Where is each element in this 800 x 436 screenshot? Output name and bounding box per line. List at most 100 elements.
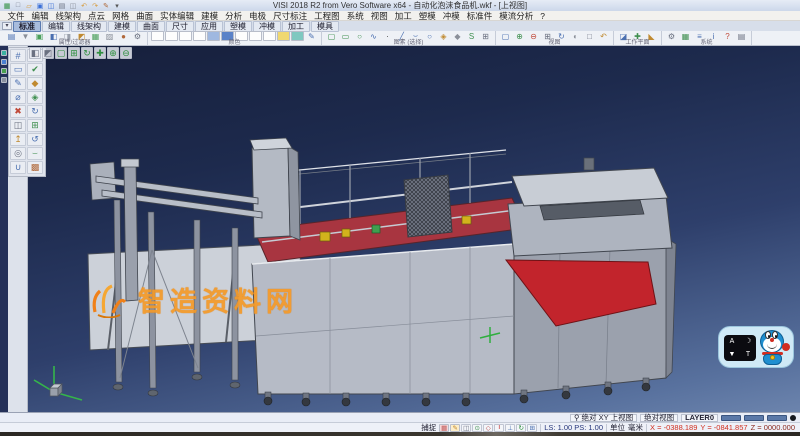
color-blue-icon[interactable] [207,31,220,41]
show-all-icon[interactable]: ▦ [89,31,102,41]
zoom-in-view-icon[interactable]: ⊕ [107,47,119,59]
dock-tab-teal-icon[interactable] [1,50,7,56]
toolbar-tab-8[interactable]: 冲模 [253,21,281,32]
tab-overflow-button[interactable]: ▾ [2,22,12,30]
curve-filter-icon[interactable]: S [465,31,478,41]
layer-color-swatch[interactable] [721,415,741,421]
toolbar-tab-7[interactable]: 塑模 [224,21,252,32]
menu-item-4[interactable]: 网格 [109,11,133,21]
measure-icon[interactable]: ⌀ [10,91,26,104]
hopper[interactable] [508,158,672,256]
revolve-icon[interactable]: ↺ [27,133,43,146]
redo-icon[interactable]: ↷ [90,1,100,10]
pan-view-icon[interactable]: ✚ [94,47,106,59]
view-front-icon[interactable]: ◧ [29,47,41,59]
dock-tab-blue-icon[interactable] [1,59,7,65]
active-layer-indicator[interactable]: LAYER0 [681,414,718,422]
previous-view-icon[interactable]: ↶ [597,31,610,41]
delete-icon[interactable]: ✖ [10,105,26,118]
material-icon[interactable]: ▩ [27,161,43,174]
hide-icon[interactable]: ▨ [103,31,116,41]
snap-grid-icon[interactable]: ▦ [439,424,449,432]
mesh-feeder-block[interactable] [404,175,452,237]
color-swatch-icon[interactable] [179,31,192,41]
highlight-icon[interactable]: ● [117,31,130,41]
shell-icon[interactable]: ◎ [10,147,26,160]
new-file-icon[interactable]: □ [13,1,23,10]
shade-icon[interactable]: ◐ [569,31,582,41]
layer-settings-icon[interactable]: ⚙ [131,31,144,41]
zoom-all-icon[interactable]: ⊞ [68,47,80,59]
dynamic-rotate-icon[interactable]: ↻ [81,47,93,59]
toolbar-tab-4[interactable]: 曲面 [137,21,165,32]
select-window-icon[interactable]: ▭ [339,31,352,41]
toolbar-tab-3[interactable]: 建模 [108,21,136,32]
menu-item-1[interactable]: 编辑 [28,11,52,21]
wireframe-icon[interactable]: □ [583,31,596,41]
undo-icon[interactable]: ↶ [79,1,89,10]
menu-item-10[interactable]: 尺寸标注 [270,11,311,21]
dock-tab-green-icon[interactable] [1,68,7,74]
snap-tangent-icon[interactable]: T [494,424,504,432]
surface-filter-icon[interactable]: ◈ [437,31,450,41]
stamp-icon[interactable]: ✎ [101,1,111,10]
menu-item-16[interactable]: 冲模 [439,11,463,21]
select-chain-icon[interactable]: ∿ [367,31,380,41]
dock-tab-gray-icon[interactable] [1,77,7,83]
sketch-icon[interactable]: ✎ [10,77,26,90]
qat-dropdown-icon[interactable]: ▾ [112,1,122,10]
report-icon[interactable]: ▤ [735,31,748,41]
snap-point-icon[interactable]: ✎ [450,424,460,432]
settings-icon[interactable]: ⚙ [665,31,678,41]
view-mode-indicator[interactable]: ⚲ 绝对 XY 上视图 [570,414,637,422]
surface-tool-icon[interactable]: ◈ [27,91,43,104]
fillet-icon[interactable]: ⌣ [27,147,43,160]
color-yellow-icon[interactable] [277,31,290,41]
zoom-in-icon[interactable]: ⊕ [513,31,526,41]
menu-item-7[interactable]: 建模 [198,11,222,21]
color-swatch-icon[interactable] [263,31,276,41]
menu-item-18[interactable]: 模流分析 [496,11,537,21]
elevator-tower[interactable] [250,138,300,240]
snap-mid-icon[interactable]: ◫ [461,424,471,432]
color-picker-icon[interactable]: ✎ [305,31,318,41]
filter-icon[interactable]: ▼ [19,31,32,41]
extrude-icon[interactable]: ↥ [10,133,26,146]
menu-item-2[interactable]: 线架构 [52,11,85,21]
toolbar-tab-2[interactable]: 线架构 [71,21,107,32]
menu-item-5[interactable]: 曲面 [133,11,157,21]
view-iso-icon[interactable]: ◩ [42,47,54,59]
zoom-out-icon[interactable]: ⊖ [527,31,540,41]
menu-item-6[interactable]: 实体编辑 [157,11,198,21]
toolbar-tab-9[interactable]: 加工 [282,21,310,32]
menu-item-8[interactable]: 分析 [222,11,246,21]
machine-model-3d-view[interactable] [28,46,800,412]
menu-item-3[interactable]: 点云 [85,11,109,21]
menu-item-14[interactable]: 加工 [391,11,415,21]
mirror-icon[interactable]: ◫ [10,119,26,132]
app-icon[interactable]: ▦ [2,1,12,10]
check-icon[interactable]: ✔ [27,63,43,76]
menu-item-19[interactable]: ? [537,11,549,21]
frame-icon[interactable]: ▭ [10,63,26,76]
refresh-icon[interactable]: ↻ [516,424,526,432]
menu-item-17[interactable]: 标准件 [463,11,496,21]
snap-perp-icon[interactable]: ⊥ [505,424,515,432]
boolean-icon[interactable]: ∪ [10,161,26,174]
toolbar-tab-10[interactable]: 模具 [311,21,339,32]
point-filter-icon[interactable]: · [381,31,394,41]
select-poly-icon[interactable]: ○ [353,31,366,41]
edit-solid-icon[interactable]: ◆ [27,77,43,90]
zoom-out-view-icon[interactable]: ⊖ [120,47,132,59]
model-viewport[interactable]: 智造资料网 A ☽ ▼ T [28,46,800,412]
color-swatch-icon[interactable] [165,31,178,41]
toolbar-tab-0[interactable]: 标准 [13,21,41,32]
profile-icon[interactable]: # [10,49,26,62]
help-icon[interactable]: ? [721,31,734,41]
toolbar-tab-1[interactable]: 编辑 [42,21,70,32]
snap-center-icon[interactable]: ⊙ [472,424,482,432]
units-value[interactable]: 毫米 [628,422,643,433]
array-icon[interactable]: ⊞ [27,119,43,132]
toolbar-tab-5[interactable]: 尺寸 [166,21,194,32]
menu-item-13[interactable]: 视图 [367,11,391,21]
